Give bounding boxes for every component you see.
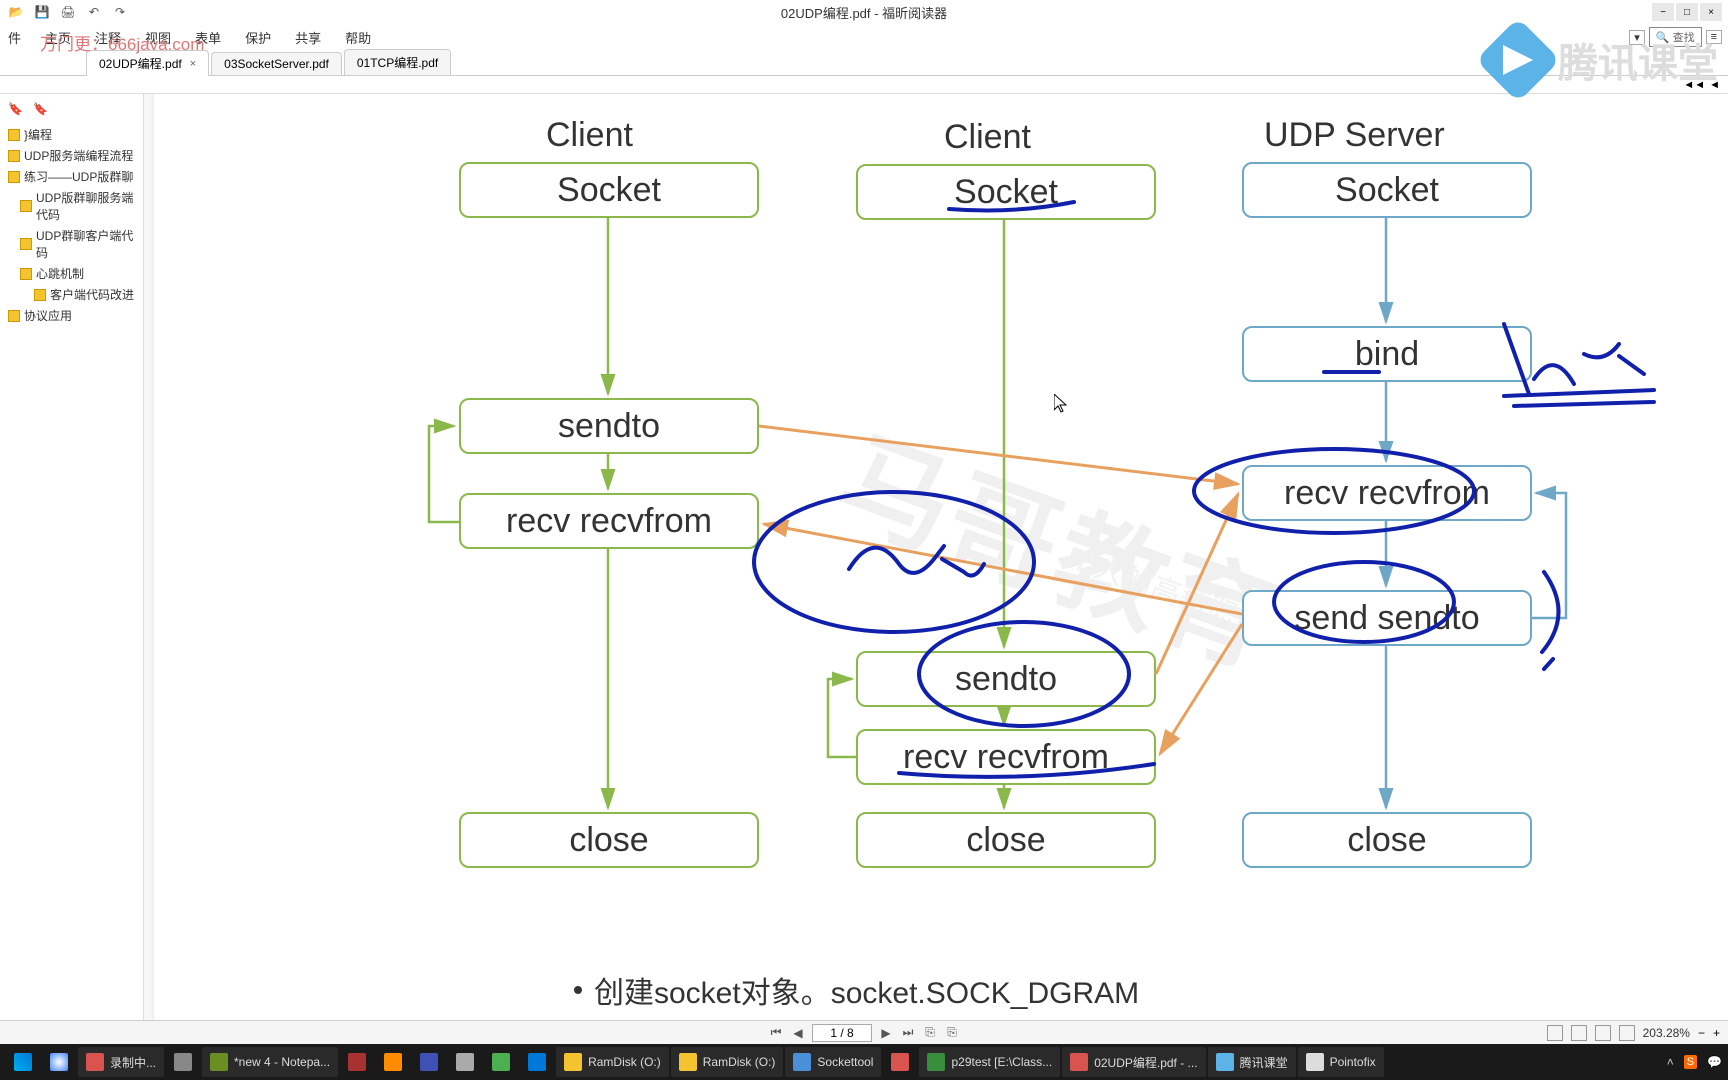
task-item[interactable]	[448, 1047, 482, 1077]
taskbar: 录制中... *new 4 - Notepa... RamDisk (O:) R…	[0, 1044, 1728, 1080]
bookmark-icon	[20, 268, 32, 280]
logo-text: 腾讯课堂	[1558, 31, 1718, 89]
tab-label: 02UDP编程.pdf	[99, 55, 182, 72]
bookmark-icon	[34, 289, 46, 301]
tab-label: 03SocketServer.pdf	[224, 57, 329, 71]
task-chrome[interactable]	[42, 1047, 76, 1077]
task-sockettool[interactable]: Sockettool	[785, 1047, 881, 1077]
view-mode-4-icon[interactable]	[1619, 1025, 1635, 1041]
last-page-icon[interactable]: ⏭	[900, 1025, 916, 1041]
view-mode-2-icon[interactable]	[1571, 1025, 1587, 1041]
menu-share[interactable]: 共享	[291, 26, 325, 49]
system-tray[interactable]: ˄ S 💬	[1667, 1055, 1722, 1069]
tray-sogou-icon[interactable]: S	[1684, 1055, 1697, 1069]
bookmark-icon	[8, 171, 20, 183]
print-icon[interactable]: 🖨	[60, 4, 76, 20]
task-foxit[interactable]: 02UDP编程.pdf - ...	[1062, 1047, 1205, 1077]
titlebar: 📂 💾 🖨 ↶ ↷ 02UDP编程.pdf - 福昕阅读器 − □ ×	[0, 0, 1728, 24]
tree-item[interactable]: 客户端代码改进	[4, 284, 139, 305]
pdf-page: 马哥教育 /\人的高薪职业学 Client Client UDP Server …	[154, 94, 1728, 1020]
task-item[interactable]	[412, 1047, 446, 1077]
tree-item[interactable]: }编程	[4, 124, 139, 145]
bookmarks-sidebar: 🔖 🔖 }编程 UDP服务端编程流程 练习——UDP版群聊 UDP版群聊服务端代…	[0, 94, 144, 1020]
tray-up-icon[interactable]: ˄	[1667, 1055, 1674, 1069]
window-title: 02UDP编程.pdf - 福昕阅读器	[781, 3, 947, 22]
diagram: Client Client UDP Server Socket sendto r…	[154, 94, 1728, 1020]
task-recording[interactable]: 录制中...	[78, 1047, 164, 1077]
undo-icon[interactable]: ↶	[86, 4, 102, 20]
save-icon[interactable]: 💾	[34, 4, 50, 20]
tree-item[interactable]: 练习——UDP版群聊	[4, 166, 139, 187]
cursor-icon	[1054, 394, 1070, 414]
next-page-icon[interactable]: ▶	[878, 1025, 894, 1041]
task-tencent[interactable]: 腾讯课堂	[1208, 1047, 1296, 1077]
overlay-watermark: 万门更：666java.com	[40, 30, 204, 55]
task-pointofix[interactable]: Pointofix	[1298, 1047, 1384, 1077]
task-vscode[interactable]	[520, 1047, 554, 1077]
maximize-button[interactable]: □	[1676, 3, 1698, 21]
bookmark-tool2-icon[interactable]: 🔖	[33, 102, 48, 116]
subbar: ◄◄ ◄	[0, 76, 1728, 94]
bullet-icon	[574, 986, 582, 994]
tree-item[interactable]: 协议应用	[4, 305, 139, 326]
logo-cube-icon	[1476, 18, 1561, 103]
page-input[interactable]	[812, 1024, 872, 1042]
tree-item[interactable]: UDP群聊客户端代码	[4, 225, 139, 263]
task-item[interactable]	[166, 1047, 200, 1077]
flow-arrows	[154, 94, 1728, 1020]
menu-help[interactable]: 帮助	[341, 26, 375, 49]
tab-label: 01TCP编程.pdf	[357, 54, 438, 71]
footer-text: 创建socket对象。socket.SOCK_DGRAM	[574, 968, 1139, 1012]
statusbar: ⏮ ◀ ▶ ⏭ ⎘ ⎘ 203.28% − +	[0, 1020, 1728, 1044]
first-page-icon[interactable]: ⏮	[768, 1025, 784, 1041]
menubar: 件 主页 注释 视图 表单 保护 共享 帮助 ▾ 🔍 查找 ≡	[0, 24, 1728, 50]
tab-doc-2[interactable]: 03SocketServer.pdf	[211, 52, 342, 75]
nav-extra1-icon[interactable]: ⎘	[922, 1025, 938, 1041]
redo-icon[interactable]: ↷	[112, 4, 128, 20]
minimize-button[interactable]: −	[1652, 3, 1674, 21]
view-mode-3-icon[interactable]	[1595, 1025, 1611, 1041]
task-item[interactable]	[883, 1047, 917, 1077]
tray-notif-icon[interactable]: 💬	[1707, 1055, 1722, 1069]
start-button[interactable]	[6, 1047, 40, 1077]
tab-close-icon[interactable]: ×	[190, 58, 196, 70]
bookmark-icon	[8, 150, 20, 162]
tab-doc-3[interactable]: 01TCP编程.pdf	[344, 49, 451, 75]
tabbar: 02UDP编程.pdf × 03SocketServer.pdf 01TCP编程…	[0, 50, 1728, 76]
nav-extra2-icon[interactable]: ⎘	[944, 1025, 960, 1041]
task-ramdisk2[interactable]: RamDisk (O:)	[671, 1047, 784, 1077]
zoom-in-icon[interactable]: +	[1713, 1026, 1720, 1040]
open-icon[interactable]: 📂	[8, 4, 24, 20]
task-item[interactable]	[340, 1047, 374, 1077]
task-pycharm[interactable]: p29test [E:\Class...	[919, 1047, 1060, 1077]
prev-page-icon[interactable]: ◀	[790, 1025, 806, 1041]
task-ramdisk1[interactable]: RamDisk (O:)	[556, 1047, 669, 1077]
task-notepad[interactable]: *new 4 - Notepa...	[202, 1047, 338, 1077]
view-mode-1-icon[interactable]	[1547, 1025, 1563, 1041]
bookmark-icon	[8, 310, 20, 322]
tree-item[interactable]: UDP服务端编程流程	[4, 145, 139, 166]
bookmark-icon	[8, 129, 20, 141]
task-item[interactable]	[376, 1047, 410, 1077]
pdf-content[interactable]: 马哥教育 /\人的高薪职业学 Client Client UDP Server …	[144, 94, 1728, 1020]
bookmark-tool-icon[interactable]: 🔖	[8, 102, 23, 116]
menu-file[interactable]: 件	[4, 26, 25, 49]
bookmark-icon	[20, 200, 32, 212]
tree-item[interactable]: 心跳机制	[4, 263, 139, 284]
menu-protect[interactable]: 保护	[241, 26, 275, 49]
zoom-level: 203.28%	[1643, 1026, 1690, 1040]
tree-item[interactable]: UDP版群聊服务端代码	[4, 187, 139, 225]
bookmark-icon	[20, 238, 32, 250]
zoom-out-icon[interactable]: −	[1698, 1026, 1705, 1040]
close-button[interactable]: ×	[1700, 3, 1722, 21]
task-item[interactable]	[484, 1047, 518, 1077]
tencent-logo: 腾讯课堂	[1488, 30, 1718, 90]
